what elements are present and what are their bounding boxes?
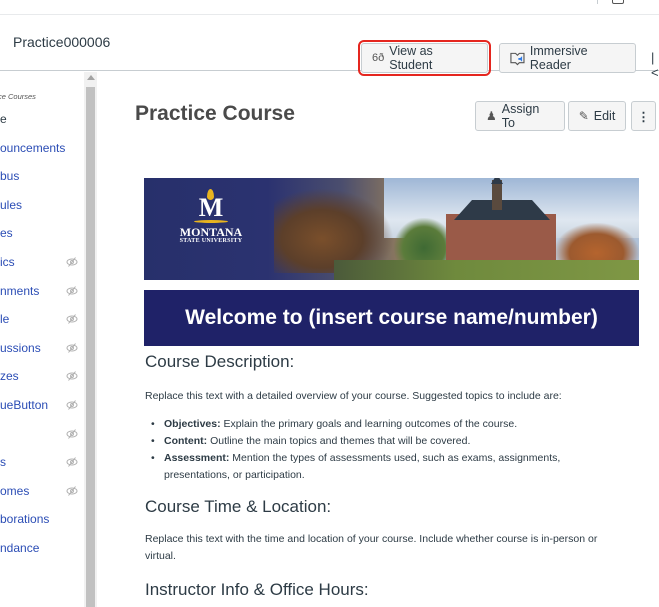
sidebar-nav-label: zes [0,369,19,383]
more-options-button[interactable]: ⋮ [631,101,656,131]
course-time-text: Replace this text with the time and loca… [145,533,598,562]
sidebar-nav-item[interactable]: ndance [0,538,39,558]
bullet-item: Objectives: Explain the primary goals an… [145,416,625,433]
logo-name: MONTANA [179,225,243,239]
sidebar-nav-item[interactable]: zes [0,366,19,386]
bullet-text: Explain the primary goals and learning o… [220,418,518,430]
sidebar-nav-label: bus [0,169,20,183]
course-header: Practice000006 6ð View as Student Immers… [0,15,659,80]
banner-lawn [334,260,639,280]
immersive-reader-button[interactable]: Immersive Reader [499,43,636,73]
sidebar-nav-label: ouncements [0,141,66,155]
sidebar-nav-item[interactable]: s [0,452,6,472]
edit-button[interactable]: ✎ Edit [568,101,626,131]
sidebar-nav-item[interactable]: bus [0,166,19,186]
instructor-info-heading: Instructor Info & Office Hours: [145,580,369,599]
sidebar-nav-label: es [0,226,13,240]
hidden-eye-slash-icon [66,400,78,410]
bullet-item: Content: Outline the main topics and the… [145,433,625,450]
sidebar-nav-item[interactable]: omes [0,481,29,501]
sidebar-nav-item[interactable]: ouncements [0,138,65,158]
hidden-eye-slash-icon [66,429,78,439]
scroll-up-arrow-icon[interactable] [87,75,95,80]
sidebar-nav-label: nments [0,284,40,298]
scrollbar-thumb[interactable] [86,87,95,607]
top-strip [0,0,659,15]
sidebar-nav-label: ueButton [0,398,49,412]
main-content: Practice Course ♟ Assign To ✎ Edit ⋮ M M… [97,72,659,607]
sidebar-nav-item[interactable]: ussions [0,338,41,358]
view-as-student-button[interactable]: 6ð View as Student [358,40,491,76]
window-icon [612,0,624,4]
sidebar-nav-item[interactable]: es [0,223,13,243]
hidden-eye-slash-icon [66,257,78,267]
sidebar-nav-item[interactable]: nments [0,281,39,301]
sidebar-nav-label: s [0,455,6,469]
course-description-heading: Course Description: [145,352,295,371]
course-navigation: ce Courses e ouncements bus ules es ics nments… [0,72,84,607]
divider [597,0,598,4]
course-time-heading: Course Time & Location: [145,497,332,516]
sidebar-nav-item[interactable]: e [0,109,7,129]
hidden-eye-slash-icon [66,371,78,381]
sidebar-nav-label: le [0,312,10,326]
welcome-banner: Welcome to (insert course name/number) [144,290,639,346]
course-subtitle: ce Courses [0,92,36,101]
sidebar-nav-item[interactable]: borations [0,509,49,529]
assign-to-button[interactable]: ♟ Assign To [475,101,565,131]
bullet-item: Assessment: Mention the types of assessm… [145,450,625,484]
hidden-eye-slash-icon [66,343,78,353]
sidebar-nav-item[interactable]: le [0,309,9,329]
course-description-text: Replace this text with a detailed overvi… [145,390,562,402]
university-logo: M MONTANA STATE UNIVERSITY [166,189,256,244]
logo-m: M [166,189,256,221]
sidebar-nav-item[interactable]: ules [0,195,22,215]
page-title: Practice Course [135,102,295,125]
hidden-eye-slash-icon [66,286,78,296]
assign-to-label: Assign To [501,102,540,130]
logo-flame-icon [207,189,214,200]
banner-tower [492,180,502,210]
sidebar-nav-label: borations [0,512,50,526]
sidebar-nav-item[interactable]: ueButton [0,395,48,415]
glasses-icon: 6ð [372,52,385,64]
logo-subtitle: STATE UNIVERSITY [179,238,243,244]
bullet-label: Content: [164,435,208,447]
course-banner-image: M MONTANA STATE UNIVERSITY [144,178,639,280]
breadcrumb[interactable]: Practice000006 [13,34,110,50]
immersive-reader-label: Immersive Reader [529,44,588,72]
sidebar-nav-label: omes [0,484,30,498]
sidebar-nav-label: ics [0,255,15,269]
bullet-label: Assessment: [164,452,230,464]
hidden-eye-slash-icon [66,314,78,324]
sidebar-nav-label: ndance [0,541,40,555]
immersive-reader-icon [510,52,525,65]
sidebar-nav-item[interactable]: ics [0,252,15,272]
edit-label: Edit [593,109,616,123]
sidebar-nav-label: ules [0,198,23,212]
description-bullet-list: Objectives: Explain the primary goals an… [145,416,625,484]
kebab-menu-icon: ⋮ [637,109,650,124]
hidden-eye-slash-icon [66,457,78,467]
assign-user-icon: ♟ [486,109,497,123]
bullet-text: Outline the main topics and themes that … [207,435,471,447]
sidebar-nav-label: e [0,112,7,126]
hidden-eye-slash-icon [66,486,78,496]
sidebar-nav-label: ussions [0,341,41,355]
view-as-student-label: View as Student [389,44,433,72]
pencil-icon: ✎ [578,109,589,123]
top-partial-control[interactable] [597,0,624,4]
bullet-label: Objectives: [164,418,221,430]
